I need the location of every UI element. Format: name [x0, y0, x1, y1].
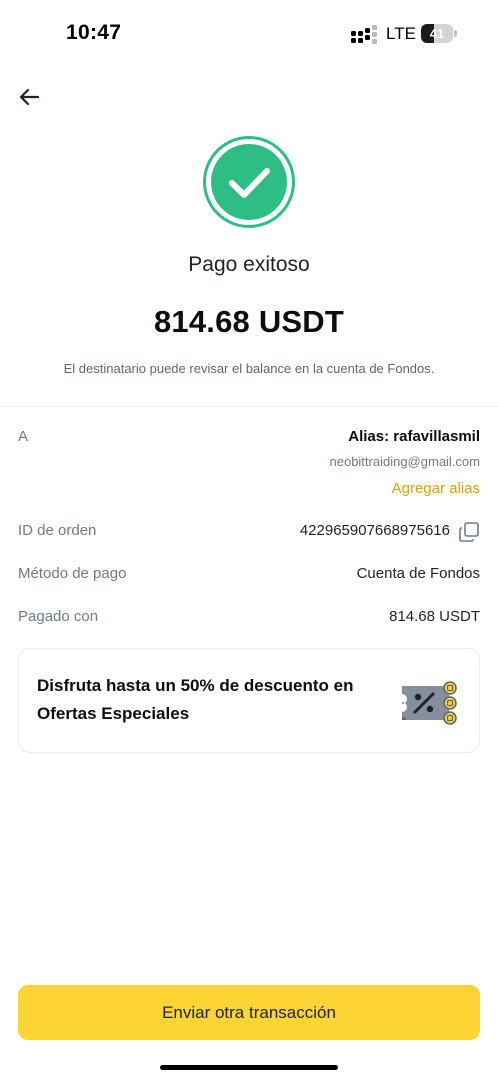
payment-method-label: Método de pago	[18, 565, 127, 582]
signal-icon	[351, 25, 377, 44]
paid-with-value: 814.68 USDT	[389, 608, 480, 625]
order-id-value: 422965907668975616	[299, 522, 450, 539]
check-circle-icon	[203, 136, 295, 228]
copy-icon[interactable]	[458, 521, 480, 543]
result-note: El destinatario puede revisar el balance…	[63, 361, 435, 376]
network-label: LTE	[386, 24, 416, 43]
recipient-label: A	[18, 428, 29, 445]
result-title: Pago exitoso	[188, 253, 310, 276]
home-indicator	[160, 1065, 338, 1070]
battery-icon: 41	[421, 24, 457, 43]
result-amount: 814.68 USDT	[153, 304, 345, 339]
status-bar: 10:47 LTE 41	[0, 0, 498, 68]
send-another-transaction-button[interactable]: Enviar otra transacción	[18, 985, 480, 1040]
status-time: 10:47	[66, 21, 122, 44]
recipient-alias: Alias: rafavillasmil	[348, 428, 480, 445]
battery-level: 41	[429, 26, 445, 41]
add-alias-link[interactable]: Agregar alias	[392, 480, 480, 497]
payment-method-value: Cuenta de Fondos	[356, 565, 480, 582]
promo-text: Disfruta hasta un 50% de descuento en Of…	[37, 676, 354, 723]
paid-with-label: Pagado con	[18, 608, 99, 625]
promo-card[interactable]: Disfruta hasta un 50% de descuento en Of…	[18, 648, 480, 753]
arrow-left-icon	[19, 88, 40, 106]
discount-coupon-icon	[402, 681, 457, 725]
back-button[interactable]	[14, 83, 44, 111]
order-id-label: ID de orden	[18, 522, 97, 539]
divider	[0, 406, 498, 407]
recipient-email: neobittraiding@gmail.com	[329, 454, 481, 469]
